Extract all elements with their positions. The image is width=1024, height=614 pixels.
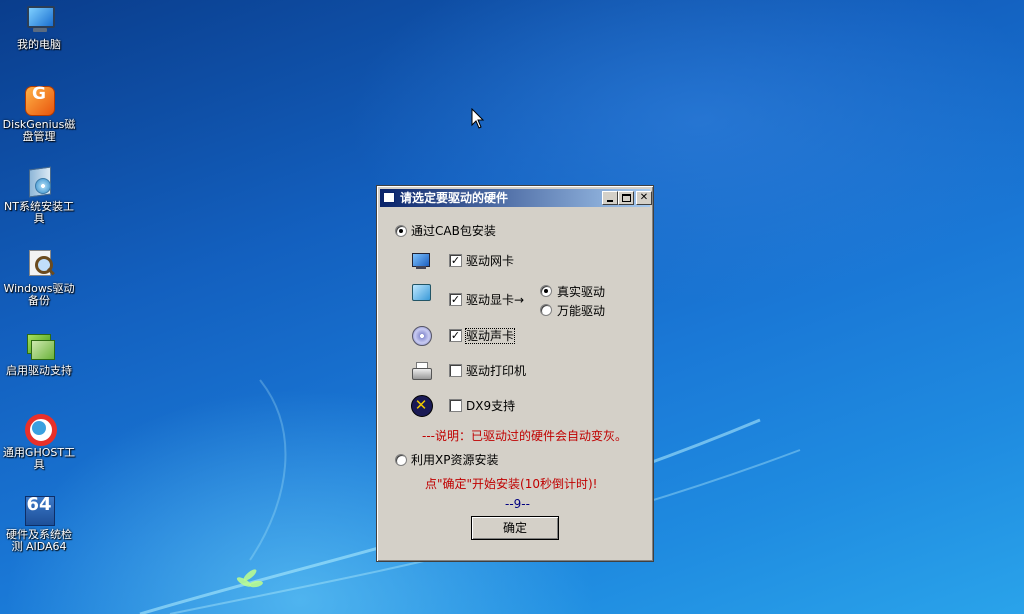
- desktop-icon-driver-support[interactable]: 启用驱动支持: [0, 330, 78, 377]
- computer-icon: [23, 4, 55, 36]
- radio-real-driver-label: 真实驱动: [557, 285, 606, 299]
- checkbox-network-card-label: 驱动网卡: [466, 254, 515, 268]
- desktop-icon-my-computer[interactable]: 我的电脑: [0, 4, 78, 51]
- mouse-pointer-icon: [471, 108, 485, 129]
- title-bar[interactable]: 请选定要驱动的硬件 ✕: [380, 189, 652, 207]
- desktop-icon-label: 通用GHOST工具: [2, 446, 76, 471]
- close-button[interactable]: ✕: [636, 191, 652, 205]
- dialog-title: 请选定要驱动的硬件: [400, 191, 509, 205]
- note-text: ---说明：已驱动过的硬件会自动变灰。: [422, 429, 627, 443]
- directx-icon: ✕: [410, 394, 433, 417]
- minimize-icon: [607, 200, 613, 202]
- desktop-icon-ghost[interactable]: 通用GHOST工具: [0, 412, 78, 471]
- desktop-icon-label: 启用驱动支持: [6, 364, 72, 377]
- checkbox-printer[interactable]: [449, 364, 462, 377]
- ok-button[interactable]: 确定: [471, 516, 559, 540]
- radio-universal-driver[interactable]: [540, 304, 552, 316]
- nt-setup-icon: [23, 166, 55, 198]
- sound-card-icon: [410, 324, 432, 346]
- printer-icon: [410, 360, 432, 382]
- radio-real-driver[interactable]: [540, 285, 552, 297]
- checkbox-network-card[interactable]: ✓: [449, 254, 462, 267]
- checkbox-dx9[interactable]: [449, 399, 462, 412]
- desktop-icon-driver-backup[interactable]: Windows驱动备份: [0, 248, 78, 307]
- desktop-icon-label: NT系统安装工具: [4, 200, 74, 225]
- ghost-icon: [23, 412, 57, 446]
- maximize-icon: [622, 194, 631, 202]
- aida64-icon: 64: [23, 494, 55, 526]
- window-icon: [383, 192, 395, 203]
- desktop-icon-label: Windows驱动备份: [3, 282, 75, 307]
- driver-backup-icon: [23, 248, 55, 280]
- aida64-glyph: 64: [26, 494, 52, 515]
- checkbox-dx9-label: DX9支持: [466, 399, 516, 413]
- desktop-icon-aida64[interactable]: 64 硬件及系统检测 AIDA64: [0, 494, 78, 553]
- checkbox-sound-card-label: 驱动声卡: [464, 328, 516, 344]
- desktop-icon-nt-setup[interactable]: NT系统安装工具: [0, 166, 78, 225]
- checkbox-sound-card[interactable]: ✓: [449, 329, 462, 342]
- countdown-text: --9--: [505, 497, 530, 511]
- network-card-icon: [410, 250, 432, 272]
- radio-xp-install[interactable]: [395, 454, 407, 466]
- radio-cab-install-label: 通过CAB包安装: [411, 224, 496, 238]
- desktop-icon-label: 硬件及系统检测 AIDA64: [6, 528, 72, 553]
- maximize-button[interactable]: [618, 191, 634, 205]
- desktop-icon-diskgenius[interactable]: G DiskGenius磁盘管理: [0, 84, 78, 143]
- diskgenius-glyph: G: [32, 84, 46, 104]
- checkbox-printer-label: 驱动打印机: [466, 364, 527, 378]
- close-icon: ✕: [639, 192, 649, 203]
- directx-glyph: ✕: [414, 396, 428, 414]
- display-card-icon: [410, 282, 432, 304]
- driver-select-dialog: 请选定要驱动的硬件 ✕ 通过CAB包安装 ✓ 驱动网卡 ✓ 驱动显卡→ 真实驱动…: [376, 185, 654, 562]
- driver-support-icon: [23, 330, 55, 362]
- radio-cab-install[interactable]: [395, 225, 407, 237]
- checkbox-display-card[interactable]: ✓: [449, 293, 462, 306]
- radio-xp-install-label: 利用XP资源安装: [411, 453, 499, 467]
- minimize-button[interactable]: [602, 191, 618, 205]
- diskgenius-icon: G: [23, 84, 55, 116]
- desktop-icon-label: 我的电脑: [17, 38, 61, 51]
- checkbox-display-card-label: 驱动显卡→: [466, 293, 525, 307]
- radio-universal-driver-label: 万能驱动: [557, 304, 606, 318]
- desktop-icon-label: DiskGenius磁盘管理: [2, 118, 76, 143]
- start-hint-text: 点"确定"开始安装(10秒倒计时)!: [425, 477, 598, 491]
